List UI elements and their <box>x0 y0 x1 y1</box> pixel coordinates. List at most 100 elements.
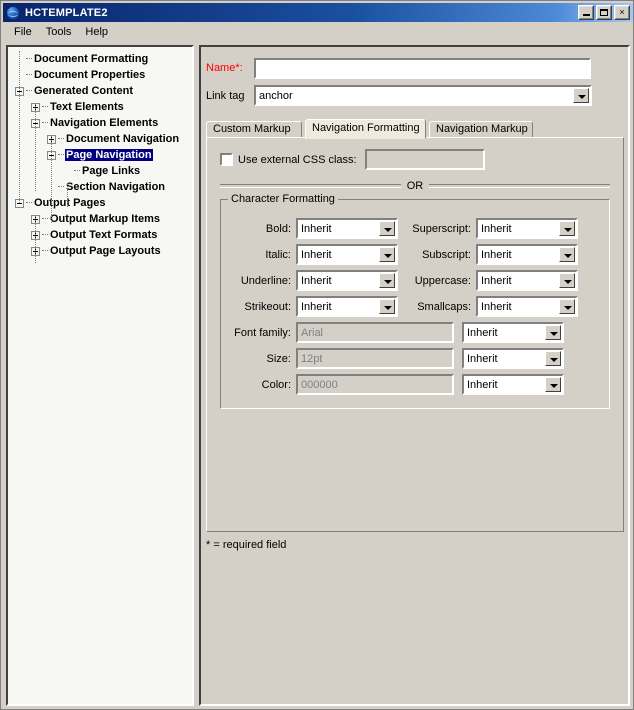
character-formatting-group: Character Formatting Bold: Inherit Supersc… <box>220 193 610 409</box>
tree-connector <box>42 234 48 236</box>
menu-bar: File Tools Help <box>3 23 633 41</box>
subscript-value: Inherit <box>481 248 512 261</box>
bold-row: Bold: Inherit <box>227 218 398 239</box>
chevron-down-icon[interactable] <box>379 273 395 288</box>
font-family-row: Font family: Inherit <box>227 322 564 343</box>
chevron-down-icon[interactable] <box>559 247 575 262</box>
maximize-button[interactable] <box>596 5 612 20</box>
navigation-tree-panel[interactable]: Document Formatting Document Properties Ge… <box>6 45 194 706</box>
menu-item-file[interactable]: File <box>7 24 39 41</box>
tree-item-label: Output Text Formats <box>50 229 158 241</box>
subscript-row: Subscript: Inherit <box>399 244 578 265</box>
tree-item-label: Output Pages <box>34 197 106 209</box>
tree-item[interactable]: Document Properties <box>8 67 192 83</box>
tree-item-label: Generated Content <box>34 85 134 97</box>
color-label: Color: <box>261 378 291 391</box>
underline-select[interactable]: Inherit <box>296 270 398 291</box>
tab-strip: Custom Markup Navigation Formatting Naviga… <box>206 119 624 139</box>
tree-connector <box>42 122 48 124</box>
color-row: Color: Inherit <box>227 374 564 395</box>
tree-item-label: Document Formatting <box>34 53 149 65</box>
tree-item[interactable]: Output Pages <box>8 195 192 211</box>
italic-select[interactable]: Inherit <box>296 244 398 265</box>
tree-connector <box>58 186 64 188</box>
tab-navigation-markup[interactable]: Navigation Markup <box>429 121 533 138</box>
tab-label: Navigation Markup <box>436 123 528 135</box>
smallcaps-select[interactable]: Inherit <box>476 296 578 317</box>
color-input[interactable] <box>296 374 454 395</box>
italic-row: Italic: Inherit <box>227 244 398 265</box>
size-row: Size: Inherit <box>227 348 564 369</box>
tree-connector <box>42 218 48 220</box>
italic-value: Inherit <box>301 248 332 261</box>
smallcaps-row: Smallcaps: Inherit <box>399 296 578 317</box>
chevron-down-icon[interactable] <box>545 377 561 392</box>
menu-item-help[interactable]: Help <box>78 24 115 41</box>
tab-custom-markup[interactable]: Custom Markup <box>206 121 302 138</box>
tab-label: Navigation Formatting <box>312 122 420 134</box>
chevron-down-icon[interactable] <box>559 221 575 236</box>
tree-guide-line <box>51 135 52 223</box>
use-external-css-checkbox[interactable] <box>220 153 233 166</box>
tree-connector <box>42 106 48 108</box>
link-tag-row: Link tag anchor <box>206 85 592 106</box>
separator-line-left <box>220 184 401 188</box>
tab-navigation-formatting[interactable]: Navigation Formatting <box>305 119 426 139</box>
underline-row: Underline: Inherit <box>227 270 398 291</box>
close-button[interactable]: × <box>614 5 630 20</box>
size-input[interactable] <box>296 348 454 369</box>
superscript-label: Superscript: <box>412 222 471 235</box>
chevron-down-icon[interactable] <box>559 273 575 288</box>
css-class-input[interactable] <box>364 149 485 170</box>
tree-guide-line <box>19 51 20 203</box>
font-family-input[interactable] <box>296 322 454 343</box>
minimize-button[interactable] <box>578 5 594 20</box>
tree-connector <box>26 58 32 60</box>
app-globe-icon <box>5 5 21 21</box>
tree-guide-line <box>67 183 68 207</box>
subscript-select[interactable]: Inherit <box>476 244 578 265</box>
chevron-down-icon[interactable] <box>379 221 395 236</box>
tree-item-label: Output Page Layouts <box>50 245 161 257</box>
bold-value: Inherit <box>301 222 332 235</box>
external-css-row: Use external CSS class: <box>220 149 485 170</box>
superscript-value: Inherit <box>481 222 512 235</box>
size-label: Size: <box>266 352 291 365</box>
tree-guide-line <box>35 215 36 263</box>
font-family-label: Font family: <box>234 326 291 339</box>
bold-label: Bold: <box>265 222 291 235</box>
smallcaps-value: Inherit <box>481 300 512 313</box>
color-mode-select[interactable]: Inherit <box>462 374 564 395</box>
italic-label: Italic: <box>265 248 291 261</box>
chevron-down-icon[interactable] <box>573 88 589 103</box>
menu-item-tools[interactable]: Tools <box>39 24 79 41</box>
strikeout-select[interactable]: Inherit <box>296 296 398 317</box>
chevron-down-icon[interactable] <box>559 299 575 314</box>
superscript-select[interactable]: Inherit <box>476 218 578 239</box>
tree-item-label: Page Navigation <box>65 149 153 161</box>
tree-item[interactable]: Generated Content <box>8 83 192 99</box>
font-family-mode-select[interactable]: Inherit <box>462 322 564 343</box>
tree-item-label: Text Elements <box>50 101 124 113</box>
name-input[interactable] <box>254 57 591 79</box>
chevron-down-icon[interactable] <box>379 299 395 314</box>
tree-item-label: Section Navigation <box>66 181 166 193</box>
chevron-down-icon[interactable] <box>545 351 561 366</box>
size-mode-select[interactable]: Inherit <box>462 348 564 369</box>
bold-select[interactable]: Inherit <box>296 218 398 239</box>
name-row: Name*: <box>206 57 626 79</box>
tree-connector <box>74 170 80 172</box>
window-controls: × <box>578 5 630 20</box>
link-tag-select[interactable]: anchor <box>254 85 592 106</box>
chevron-down-icon[interactable] <box>545 325 561 340</box>
chevron-down-icon[interactable] <box>379 247 395 262</box>
uppercase-select[interactable]: Inherit <box>476 270 578 291</box>
color-mode-value: Inherit <box>467 378 498 391</box>
tree-connector <box>26 202 32 204</box>
link-tag-label: Link tag <box>206 89 245 102</box>
size-mode-value: Inherit <box>467 352 498 365</box>
tree-connector <box>26 90 32 92</box>
tree-item[interactable]: Document Formatting <box>8 51 192 67</box>
window-title: HCTEMPLATE2 <box>25 6 108 19</box>
